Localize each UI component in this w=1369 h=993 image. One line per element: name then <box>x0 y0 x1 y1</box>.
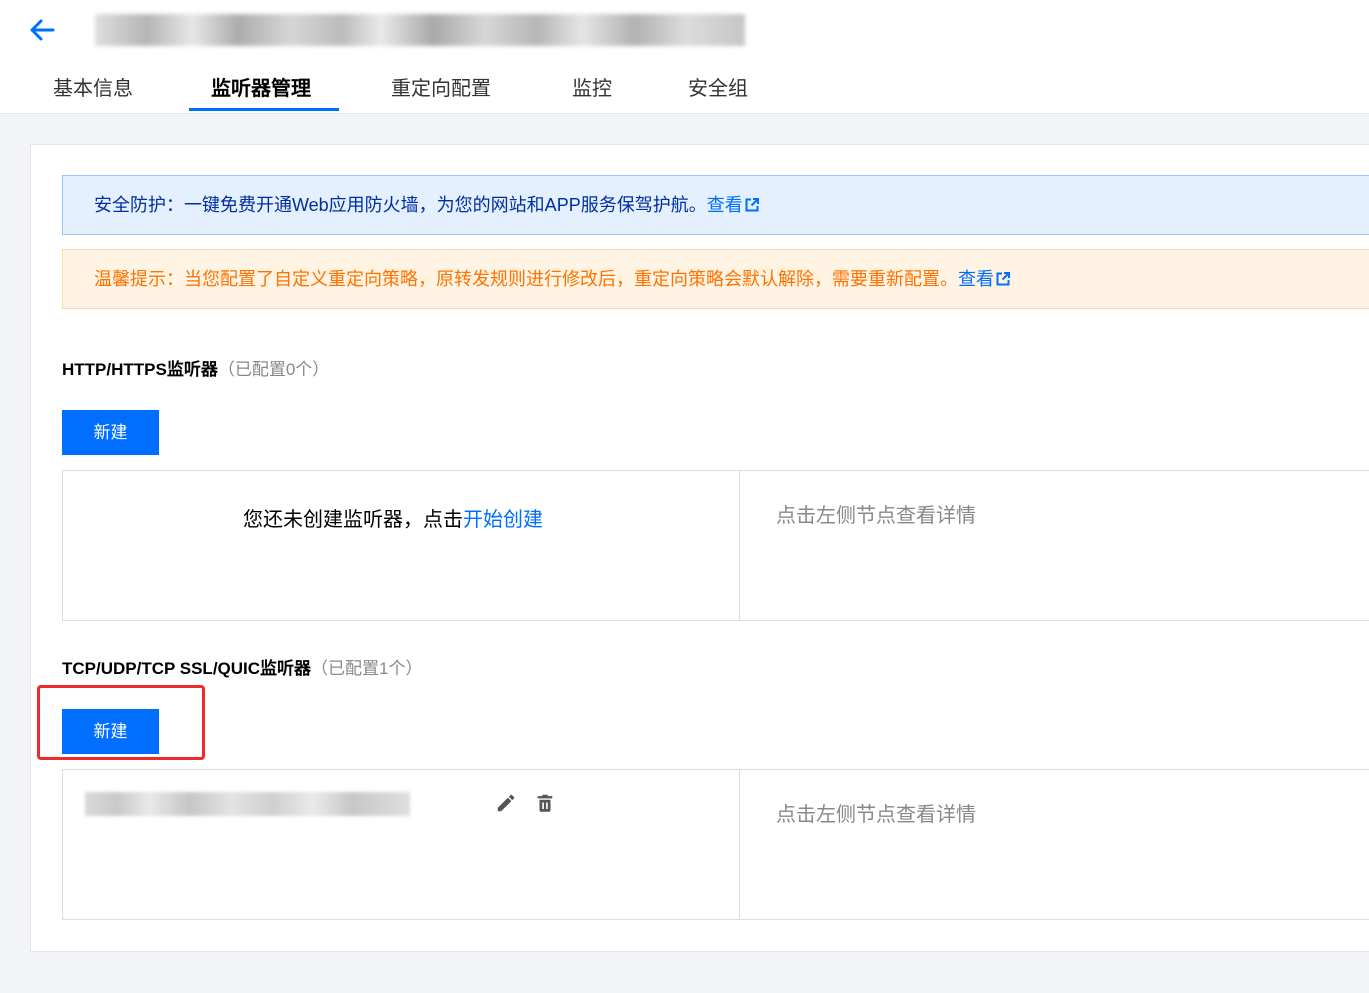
http-new-button[interactable]: 新建 <box>62 410 159 455</box>
tab-listener-management[interactable]: 监听器管理 <box>211 66 311 111</box>
back-arrow-icon[interactable] <box>28 16 56 44</box>
top-header: 基本信息 监听器管理 重定向配置 监控 安全组 <box>0 0 1369 114</box>
external-link-icon <box>996 272 1010 286</box>
redirect-warning-link[interactable]: 查看 <box>958 269 1010 289</box>
new-button-highlight-box <box>37 685 205 760</box>
instance-title-redacted <box>95 14 745 46</box>
delete-trash-icon[interactable] <box>534 792 556 814</box>
tcp-detail-hint: 点击左侧节点查看详情 <box>776 804 976 826</box>
tcp-listener-count: （已配置1个） <box>311 659 423 678</box>
listener-name-redacted <box>85 792 410 816</box>
tab-security-group[interactable]: 安全组 <box>688 66 748 111</box>
tab-redirect-config[interactable]: 重定向配置 <box>391 66 491 111</box>
edit-pencil-icon[interactable] <box>495 792 517 814</box>
start-create-link[interactable]: 开始创建 <box>463 509 543 531</box>
external-link-icon <box>745 198 759 212</box>
tcp-listener-list <box>63 770 740 919</box>
http-listener-count: （已配置0个） <box>217 360 330 379</box>
tab-monitoring[interactable]: 监控 <box>572 66 612 111</box>
tab-basic-info[interactable]: 基本信息 <box>53 66 133 111</box>
security-alert-text: 安全防护：一键免费开通Web应用防火墙，为您的网站和APP服务保驾护航。 <box>94 195 707 215</box>
tcp-section-title: TCP/UDP/TCP SSL/QUIC监听器（已配置1个） <box>62 659 423 678</box>
listener-panel: 安全防护：一键免费开通Web应用防火墙，为您的网站和APP服务保驾护航。查看 温… <box>30 144 1369 952</box>
tcp-listener-detail: 点击左侧节点查看详情 <box>740 770 1369 919</box>
http-listener-detail: 点击左侧节点查看详情 <box>740 471 1369 620</box>
redirect-warning-text: 温馨提示：当您配置了自定义重定向策略，原转发规则进行修改后，重定向策略会默认解除… <box>94 269 958 289</box>
redirect-warning-alert: 温馨提示：当您配置了自定义重定向策略，原转发规则进行修改后，重定向策略会默认解除… <box>62 249 1369 309</box>
http-listener-list: 您还未创建监听器，点击开始创建 <box>63 471 740 620</box>
http-listener-box: 您还未创建监听器，点击开始创建 点击左侧节点查看详情 <box>62 470 1369 621</box>
tcp-listener-box: 点击左侧节点查看详情 <box>62 769 1369 920</box>
active-tab-indicator <box>189 108 339 111</box>
list-item[interactable] <box>63 780 739 824</box>
security-alert-link[interactable]: 查看 <box>707 195 759 215</box>
http-detail-hint: 点击左侧节点查看详情 <box>776 505 976 527</box>
http-section-title: HTTP/HTTPS监听器（已配置0个） <box>62 360 330 379</box>
security-alert: 安全防护：一键免费开通Web应用防火墙，为您的网站和APP服务保驾护航。查看 <box>62 175 1369 235</box>
http-empty-state: 您还未创建监听器，点击开始创建 <box>243 509 543 531</box>
